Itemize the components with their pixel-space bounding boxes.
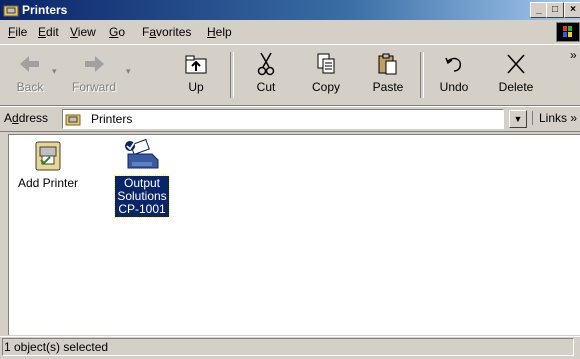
printers-folder-icon <box>3 5 19 17</box>
links-toolbar[interactable]: Links » <box>532 111 577 125</box>
folder-up-icon <box>185 55 207 74</box>
toolbar-separator <box>230 52 234 98</box>
delete-x-icon <box>507 54 525 74</box>
copy-icon <box>317 53 335 74</box>
address-value: Printers <box>91 112 133 126</box>
toolbar-overflow-chevron[interactable]: » <box>570 48 577 62</box>
maximize-button[interactable]: □ <box>546 2 564 18</box>
forward-arrow-icon <box>85 56 104 72</box>
address-dropdown-button[interactable]: ▼ <box>509 110 527 128</box>
menu-edit[interactable]: Edit <box>38 25 59 39</box>
back-arrow-icon <box>20 56 39 72</box>
undo-button[interactable]: Undo <box>424 50 484 102</box>
list-item-printer[interactable]: Output Solutions CP-1001 <box>102 138 182 218</box>
forward-dropdown[interactable]: ▾ <box>126 66 131 77</box>
address-label: Address <box>4 111 49 125</box>
back-dropdown[interactable]: ▾ <box>52 66 57 77</box>
clipboard-icon <box>378 53 397 75</box>
window-title: Printers <box>22 3 68 17</box>
menu-go[interactable]: Go <box>109 25 125 39</box>
back-button[interactable]: Back <box>0 50 60 102</box>
printer-label: Output Solutions CP-1001 <box>114 175 170 218</box>
windows-logo-icon <box>556 22 580 42</box>
undo-icon <box>445 57 462 72</box>
delete-button[interactable]: Delete <box>486 50 546 102</box>
scissors-icon <box>257 52 275 76</box>
menu-file[interactable]: File <box>8 25 27 39</box>
printers-folder-icon <box>65 114 81 126</box>
cut-button[interactable]: Cut <box>236 50 296 102</box>
title-bar[interactable] <box>0 0 580 20</box>
copy-button[interactable]: Copy <box>296 50 356 102</box>
paste-button[interactable]: Paste <box>358 50 418 102</box>
status-text: 1 object(s) selected <box>4 340 109 354</box>
menu-help[interactable]: Help <box>207 25 232 39</box>
file-view[interactable] <box>8 134 580 335</box>
close-button[interactable]: × <box>564 2 580 18</box>
list-item-add-printer[interactable]: Add Printer <box>8 138 88 191</box>
up-button[interactable]: Up <box>166 50 226 102</box>
menu-view[interactable]: View <box>70 25 96 39</box>
forward-button[interactable]: Forward <box>64 50 124 102</box>
menu-favorites[interactable]: Favorites <box>142 25 191 39</box>
add-printer-icon <box>35 141 61 171</box>
printer-icon <box>125 138 159 169</box>
